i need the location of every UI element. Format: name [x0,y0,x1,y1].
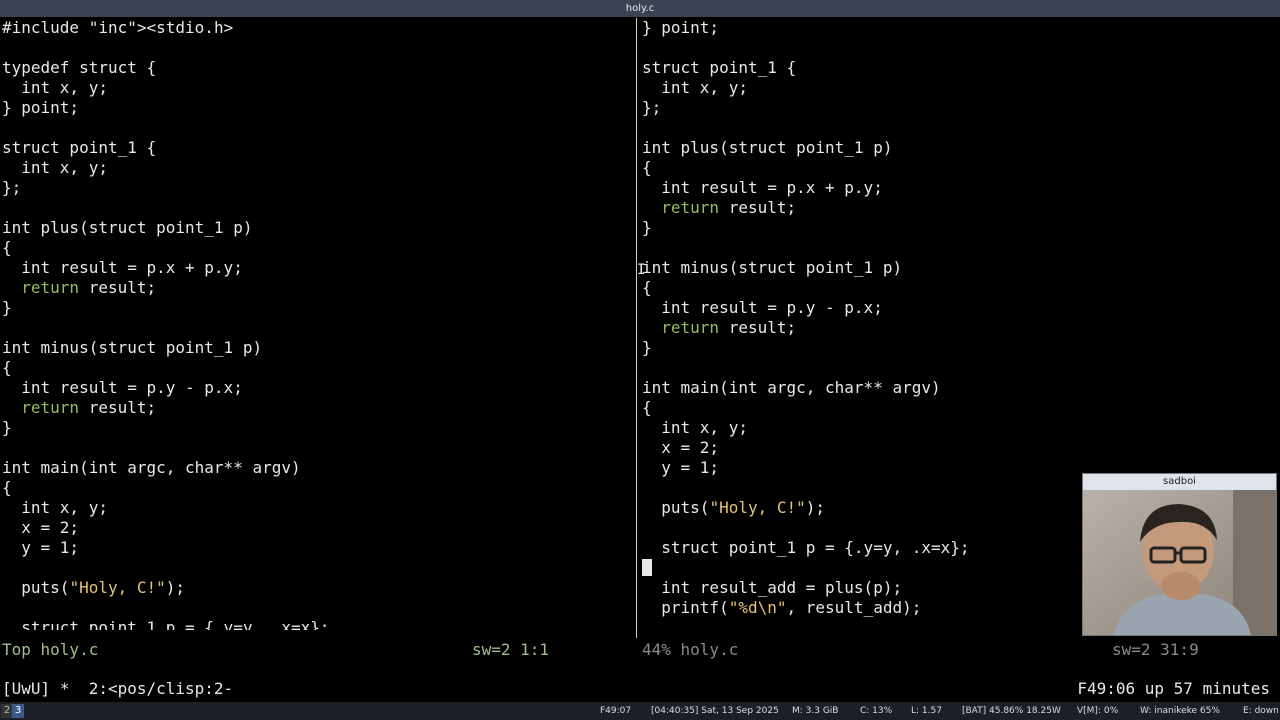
uptime-readout: F49:06 up 57 minutes [1077,679,1270,698]
code-line[interactable]: typedef struct { [2,58,632,78]
webcam-video-feed [1083,490,1276,635]
workspace-3-active[interactable]: 3 [12,704,24,718]
bar-ethernet: E: down [1243,706,1279,716]
code-line[interactable]: y = 1; [2,538,632,558]
code-line[interactable]: struct point_1 p = {.y=y, .x=x}; [2,618,632,630]
code-line[interactable] [2,118,632,138]
webcam-person-image [1083,490,1276,635]
code-line[interactable]: int plus(struct point_1 p) [2,218,632,238]
code-line[interactable]: { [642,278,1278,298]
code-line[interactable]: } point; [2,98,632,118]
code-line[interactable]: } point; [642,18,1278,38]
pane-divider[interactable] [636,18,637,638]
code-line[interactable] [642,238,1278,258]
code-line[interactable]: } [2,418,632,438]
code-line[interactable]: { [642,158,1278,178]
code-line[interactable]: x = 2; [2,518,632,538]
code-line[interactable]: int minus(struct point_1 p) [2,338,632,358]
bar-clock-short: F49:07 [600,706,632,716]
code-line[interactable]: int main(int argc, char** argv) [2,458,632,478]
code-line[interactable]: } [642,338,1278,358]
code-line[interactable]: x = 2; [642,438,1278,458]
bar-memory: M: 3.3 GiB [792,706,839,716]
window-title-bar: holy.c [0,0,1280,17]
code-line[interactable] [2,318,632,338]
system-status-bar: 2 3 F49:07 [04:40:35] Sat, 13 Sep 2025 M… [0,702,1280,720]
code-line[interactable]: { [2,238,632,258]
code-line[interactable] [2,198,632,218]
code-line[interactable]: int minus(struct point_1 p) [642,258,1278,278]
status-left-file: Top holy.c [2,640,99,659]
code-line[interactable]: int main(int argc, char** argv) [642,378,1278,398]
bar-cpu: C: 13% [860,706,893,716]
code-line[interactable]: }; [2,178,632,198]
mouse-ibeam-cursor-icon: I [637,262,646,278]
code-line[interactable]: struct point_1 { [2,138,632,158]
code-line[interactable]: } [642,218,1278,238]
text-cursor [642,559,652,576]
code-line[interactable]: int result = p.y - p.x; [642,298,1278,318]
code-line[interactable]: int x, y; [642,418,1278,438]
code-line[interactable] [2,38,632,58]
code-line[interactable]: { [642,398,1278,418]
code-line[interactable]: int result = p.x + p.y; [642,178,1278,198]
code-line[interactable]: int x, y; [2,498,632,518]
code-line[interactable]: int x, y; [2,158,632,178]
bar-wifi: W: inanikeke 65% [1140,706,1220,716]
window-title: holy.c [625,3,655,14]
code-line[interactable]: { [2,358,632,378]
code-line[interactable]: return result; [2,398,632,418]
code-line[interactable] [642,118,1278,138]
code-line[interactable] [2,558,632,578]
code-line[interactable]: int x, y; [642,78,1278,98]
code-line[interactable]: struct point_1 { [642,58,1278,78]
code-line[interactable] [642,358,1278,378]
webcam-window[interactable]: sadboi [1082,473,1277,636]
code-line[interactable]: int x, y; [2,78,632,98]
code-line[interactable] [2,598,632,618]
code-line[interactable] [642,38,1278,58]
code-line[interactable]: puts("Holy, C!"); [2,578,632,598]
code-line[interactable]: int plus(struct point_1 p) [642,138,1278,158]
code-line[interactable]: { [2,478,632,498]
editor-pane-left[interactable]: #include "inc"><stdio.h> typedef struct {… [2,18,632,630]
bar-load: L: 1.57 [911,706,942,716]
bar-datetime: [04:40:35] Sat, 13 Sep 2025 [651,706,779,716]
code-line[interactable]: } [2,298,632,318]
bar-volume: V[M]: 0% [1077,706,1119,716]
code-line[interactable]: #include "inc"><stdio.h> [2,18,632,38]
code-line[interactable]: return result; [642,318,1278,338]
status-right-position: sw=2 31:9 [1112,640,1199,659]
command-line[interactable]: [UwU] * 2:<pos/clisp:2- [2,679,233,699]
status-right-file: 44% holy.c [642,640,739,659]
webcam-title: sadboi [1083,474,1276,490]
code-line[interactable]: }; [642,98,1278,118]
status-left-position: sw=2 1:1 [472,640,550,659]
bar-battery: [BAT] 45.86% 18.25W [962,706,1061,716]
code-line[interactable]: int result = p.x + p.y; [2,258,632,278]
code-line[interactable]: return result; [2,278,632,298]
code-line[interactable]: int result = p.y - p.x; [2,378,632,398]
code-line[interactable] [2,438,632,458]
code-line[interactable]: return result; [642,198,1278,218]
